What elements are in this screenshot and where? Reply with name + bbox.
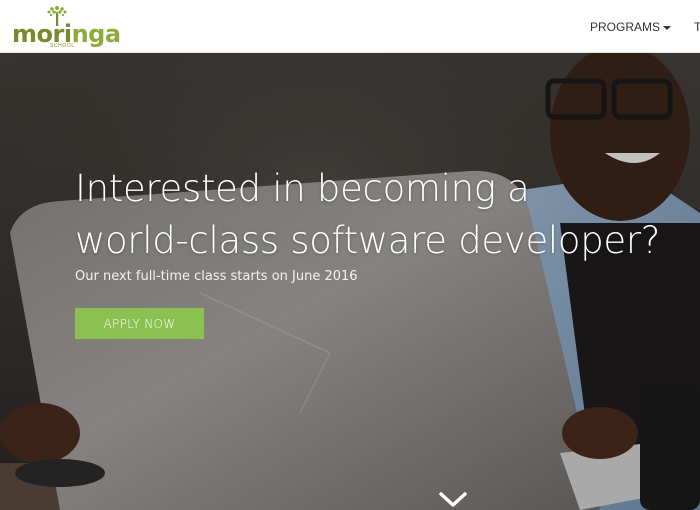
chevron-down-icon[interactable] [438, 491, 468, 509]
apply-now-button[interactable]: APPLY NOW [75, 308, 204, 339]
nav-item-truncated[interactable]: TE [694, 20, 700, 34]
nav-item-truncated-label: TE [694, 19, 700, 34]
top-navbar: moringa SCHOOL PROGRAMS TE [0, 0, 700, 53]
logo-subtext: SCHOOL [50, 43, 75, 49]
nav-item-programs[interactable]: PROGRAMS [590, 19, 672, 34]
moringa-school-logo[interactable]: moringa SCHOOL [10, 4, 121, 49]
hero-title: Interested in becoming a world-class sof… [75, 163, 695, 267]
nav-item-programs-label: PROGRAMS [590, 19, 661, 34]
hero-title-line-2: world-class software developer? [75, 219, 661, 262]
main-nav: PROGRAMS TE [590, 0, 700, 53]
hero-title-line-1: Interested in becoming a [75, 167, 530, 210]
caret-down-icon [663, 25, 672, 30]
hero-subtitle: Our next full-time class starts on June … [75, 269, 358, 284]
hero-section: Interested in becoming a world-class sof… [0, 53, 700, 510]
